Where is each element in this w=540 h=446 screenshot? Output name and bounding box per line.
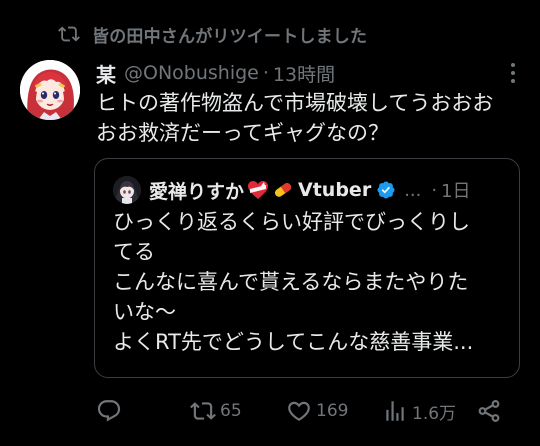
quote-name-ellipsis: ...: [404, 179, 422, 201]
tweet-text: ヒトの著作物盗んで市場破壊してうおおお おお救済だーってギャグなの？: [96, 88, 526, 148]
quote-display-name[interactable]: 愛禅りすか: [149, 177, 244, 204]
more-options-button[interactable]: [498, 60, 528, 86]
tweet-action-bar: 65 169 1.6万: [96, 394, 520, 428]
quote-text-line: いな～: [113, 300, 176, 324]
retweet-button[interactable]: 65: [190, 394, 242, 428]
views-button[interactable]: 1.6万: [382, 394, 456, 428]
retweet-header[interactable]: 皆の田中さんがリツイートしました: [56, 20, 367, 48]
share-button[interactable]: [476, 394, 502, 428]
quote-text-line: こんなに喜んで貰えるならまたやりた: [113, 270, 469, 294]
reply-icon: [97, 400, 121, 422]
retweet-icon: [190, 402, 216, 420]
quote-tweet-card[interactable]: 愛禅りすか Vtuber ... · 1日 ひっくり返るくらい好評でびっくりし …: [94, 158, 520, 378]
timestamp[interactable]: 13時間: [273, 60, 335, 87]
quote-text-line: よくRT先でどうしてこんな慈善事業...: [113, 330, 474, 354]
avatar-image: [20, 60, 80, 120]
quote-timestamp[interactable]: 1日: [441, 177, 470, 203]
tweet-text-line: ヒトの著作物盗んで市場破壊してうおおお: [96, 91, 494, 115]
tweet-text-line: おお救済だーってギャグなの？: [96, 121, 389, 145]
quote-text-line: てる: [113, 240, 155, 264]
heart-with-ribbon-icon: [247, 180, 269, 200]
reply-button[interactable]: [96, 394, 126, 428]
pill-icon: [272, 180, 294, 200]
quote-header: 愛禅りすか Vtuber ... · 1日: [113, 175, 471, 205]
quote-text: ひっくり返るくらい好評でびっくりし てる こんなに喜んで貰えるならまたやりた い…: [113, 207, 513, 357]
analytics-icon: [386, 401, 404, 421]
like-button[interactable]: 169: [286, 394, 348, 428]
display-name[interactable]: 某: [96, 59, 116, 88]
like-count: 169: [316, 401, 349, 421]
separator-dot: ·: [262, 62, 269, 84]
share-nodes-icon: [478, 400, 500, 422]
retweet-label: 皆の田中さんがリツイートしました: [92, 26, 368, 47]
user-handle[interactable]: @ONobushige: [124, 62, 259, 84]
avatar[interactable]: [20, 60, 80, 120]
more-vertical-icon: [511, 63, 515, 83]
quote-text-line: ひっくり返るくらい好評でびっくりし: [113, 210, 470, 234]
retweet-count: 65: [220, 401, 242, 421]
quote-avatar: [113, 176, 141, 204]
quote-display-name-suffix[interactable]: Vtuber: [298, 179, 371, 201]
views-count: 1.6万: [412, 403, 457, 424]
verified-badge-icon: [377, 181, 395, 199]
quote-separator-dot: ·: [431, 179, 438, 201]
heart-icon: [288, 401, 310, 421]
tweet-header: 某 @ONobushige · 13時間: [96, 58, 335, 88]
retweet-icon: [58, 26, 80, 42]
